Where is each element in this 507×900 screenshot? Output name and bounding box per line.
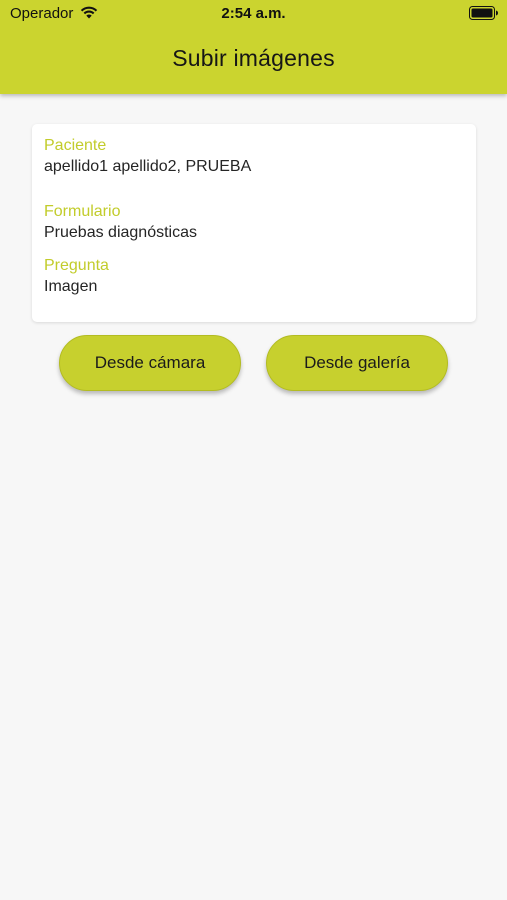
form-value: Pruebas diagnósticas <box>44 224 197 241</box>
status-time: 2:54 a.m. <box>221 5 286 22</box>
battery-full-icon <box>469 6 498 20</box>
patient-label: Paciente <box>44 137 107 154</box>
from-gallery-label: Desde galería <box>304 353 410 372</box>
status-bar: Operador 2:54 a.m. <box>0 0 507 28</box>
patient-value: apellido1 apellido2, PRUEBA <box>44 158 252 175</box>
question-label: Pregunta <box>44 257 109 274</box>
info-card: Paciente apellido1 apellido2, PRUEBA For… <box>32 124 476 322</box>
form-label: Formulario <box>44 203 121 220</box>
page-title: Subir imágenes <box>172 45 335 71</box>
question-value: Imagen <box>44 278 98 295</box>
from-gallery-button[interactable]: Desde galería <box>266 335 448 391</box>
from-camera-button[interactable]: Desde cámara <box>59 335 241 391</box>
from-camera-label: Desde cámara <box>94 353 206 372</box>
app-bar: Operador 2:54 a.m. Subir imágenes <box>0 0 507 94</box>
